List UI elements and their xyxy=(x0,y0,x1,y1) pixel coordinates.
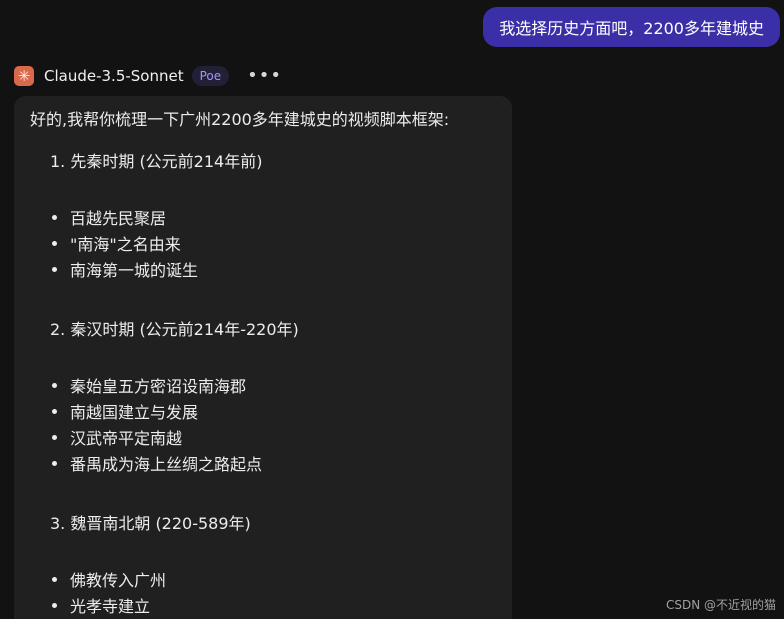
bot-response-card: 好的,我帮你梳理一下广州2200多年建城史的视频脚本框架: 1. 先秦时期 (公… xyxy=(14,96,512,619)
list-item: 南越国建立与发展 xyxy=(52,399,198,423)
list-item: 百越先民聚居 xyxy=(52,205,166,229)
poe-badge: Poe xyxy=(191,66,230,86)
bullet-dot xyxy=(52,214,57,220)
bullet-dot xyxy=(52,408,57,414)
bullet-dot xyxy=(52,602,57,608)
list-item: 秦始皇五方密诏设南海郡 xyxy=(52,373,246,397)
bullet-dot xyxy=(52,434,57,440)
response-intro: 好的,我帮你梳理一下广州2200多年建城史的视频脚本框架: xyxy=(30,110,450,129)
bullet-dot xyxy=(52,382,57,388)
bullet-dot xyxy=(52,460,57,466)
bullet-dot xyxy=(52,240,57,246)
list-item: 番禺成为海上丝绸之路起点 xyxy=(52,451,262,475)
chat-page: 我选择历史方面吧，2200多年建城史 ✳ Claude-3.5-Sonnet P… xyxy=(0,0,784,619)
section-heading-3: 3. 魏晋南北朝 (220-589年) xyxy=(50,514,251,533)
watermark: CSDN @不近视的猫 xyxy=(665,598,776,612)
list-item: 光孝寺建立 xyxy=(52,593,150,617)
sparkle-icon: ✳ xyxy=(14,66,34,86)
bullet-dot xyxy=(52,576,57,582)
section-heading-2: 2. 秦汉时期 (公元前214年-220年) xyxy=(50,320,299,339)
user-message-text: 我选择历史方面吧，2200多年建城史 xyxy=(499,19,764,38)
list-item: "南海"之名由来 xyxy=(52,231,181,255)
bullet-dot xyxy=(52,266,57,272)
list-item: 汉武帝平定南越 xyxy=(52,425,182,449)
more-options-button[interactable]: ••• xyxy=(247,67,282,85)
bot-header: ✳ Claude-3.5-Sonnet Poe ••• xyxy=(14,63,282,89)
list-item: 南海第一城的诞生 xyxy=(52,257,198,281)
bot-name[interactable]: Claude-3.5-Sonnet xyxy=(44,67,184,85)
user-message-bubble: 我选择历史方面吧，2200多年建城史 xyxy=(483,7,780,47)
section-heading-1: 1. 先秦时期 (公元前214年前) xyxy=(50,152,263,171)
list-item: 佛教传入广州 xyxy=(52,567,166,591)
